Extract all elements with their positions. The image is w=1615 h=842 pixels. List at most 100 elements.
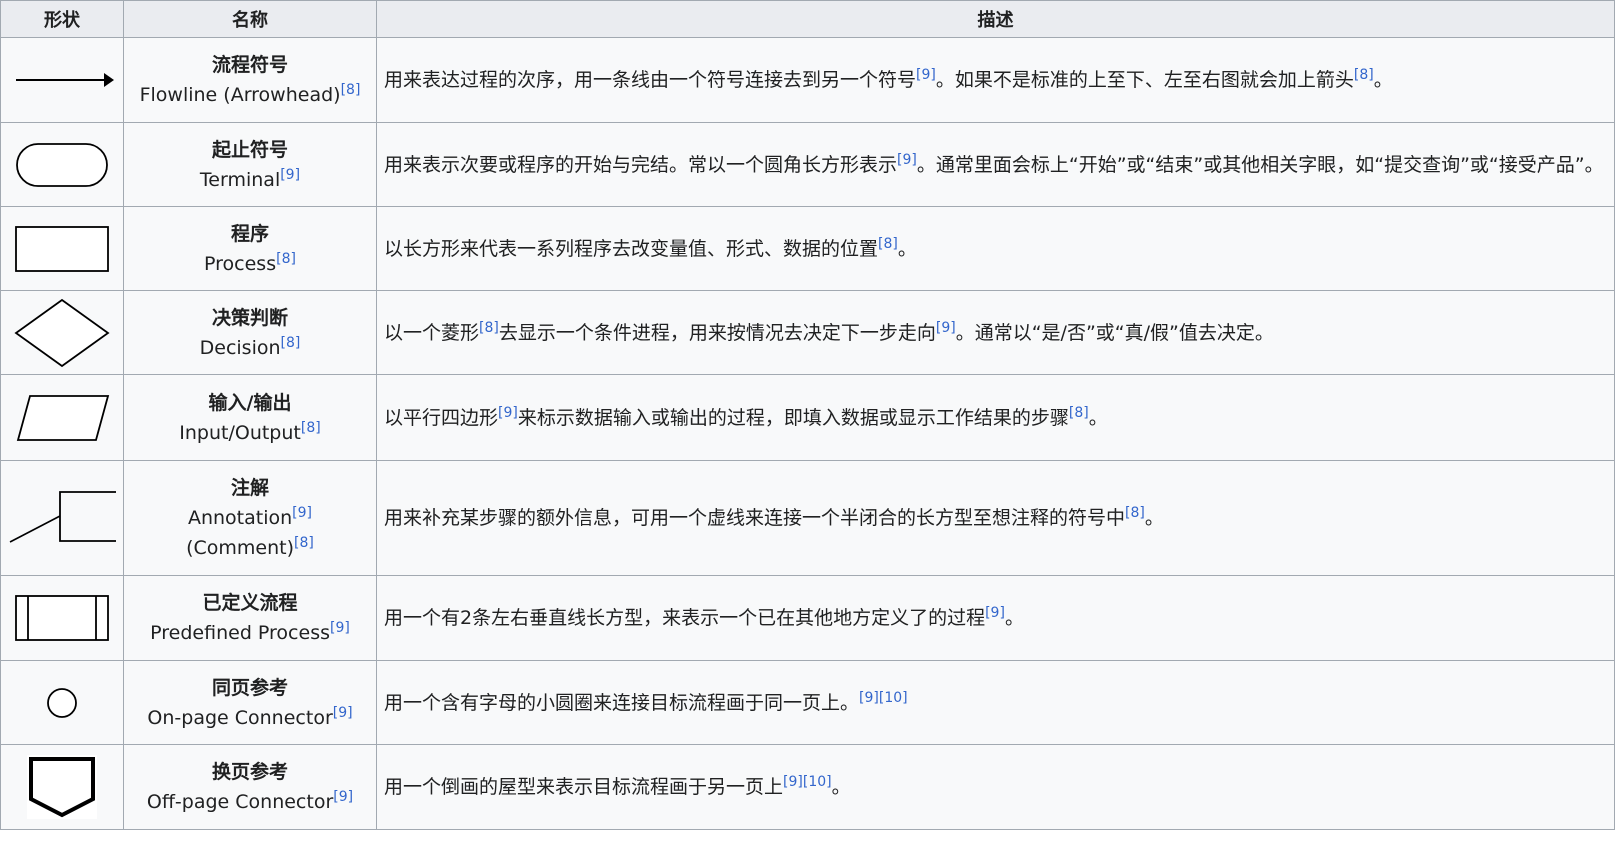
description-text: 。 — [831, 776, 851, 798]
reference-link[interactable]: [9] — [985, 605, 1005, 621]
reference-link[interactable]: [8] — [1354, 67, 1374, 83]
description-text: 。如果不是标准的上至下、左至右图就会加上箭头 — [935, 69, 1354, 91]
description-text: 用来表示次要或程序的开始与完结。常以一个圆角长方形表示 — [384, 153, 898, 176]
table-row-off-page-connector: 换页参考 Off-page Connector[9] 用一个倒画的屋型来表示目标… — [0, 744, 1615, 830]
reference-link[interactable]: [9] — [859, 690, 879, 706]
terminal-rounded-rect-icon[interactable] — [12, 141, 112, 189]
reference-link[interactable]: [10] — [879, 690, 908, 706]
header-name[interactable]: 名称 — [123, 0, 377, 38]
symbol-name-en: Decision[8] — [199, 334, 301, 359]
name-cell: 程序 Process[8] — [123, 206, 377, 291]
reference-link[interactable]: [9] — [783, 774, 803, 790]
name-cell: 已定义流程 Predefined Process[9] — [123, 575, 377, 661]
symbol-name-en: Process[8] — [204, 250, 296, 275]
description-text: 以长方形来代表一系列程序去改变量值、形式、数据的位置 — [384, 237, 879, 260]
shape-cell — [0, 290, 124, 375]
description-text: 。 — [1144, 507, 1164, 529]
shape-cell — [0, 206, 124, 291]
process-rectangle-icon[interactable] — [12, 224, 112, 274]
description-cell: 以长方形来代表一系列程序去改变量值、形式、数据的位置[8]。 — [376, 206, 1615, 291]
symbol-name-zh: 注解 — [230, 477, 269, 499]
name-cell: 起止符号 Terminal[9] — [123, 122, 377, 207]
reference-link[interactable]: [8] — [1069, 405, 1089, 421]
shape-cell — [0, 122, 124, 207]
table-row-flowline: 流程符号 Flowline (Arrowhead)[8] 用来表达过程的次序，用… — [0, 37, 1615, 123]
symbol-name-en: Input/Output[8] — [179, 419, 321, 444]
description-cell: 用一个倒画的屋型来表示目标流程画于另一页上[9][10]。 — [376, 744, 1615, 830]
reference-link[interactable]: [8] — [294, 535, 314, 551]
reference-link[interactable]: [8] — [276, 251, 296, 267]
reference-link[interactable]: [9] — [280, 167, 300, 183]
description-text: 用来补充某步骤的额外信息，可用一个虚线来连接一个半闭合的长方型至想注释的符号中 — [384, 507, 1126, 529]
description-text: 用来表达过程的次序，用一条线由一个符号连接去到另一个符号 — [384, 69, 917, 91]
description-cell: 以一个菱形[8]去显示一个条件进程，用来按情况去决定下一步走向[9]。通常以“是… — [376, 290, 1615, 375]
symbol-name-zh: 流程符号 — [211, 54, 288, 76]
reference-link[interactable]: [8] — [1125, 505, 1145, 521]
description-text: 用一个有2条左右垂直线长方型，来表示一个已在其他地方定义了的过程 — [384, 607, 986, 629]
input-output-parallelogram-icon[interactable] — [12, 393, 112, 443]
symbol-name-en: Predefined Process[9] — [150, 620, 350, 644]
description-text: 。 — [1004, 607, 1024, 629]
shape-cell — [0, 660, 124, 745]
header-shape[interactable]: 形状 — [0, 0, 124, 38]
reference-link[interactable]: [9] — [936, 320, 956, 336]
description-cell: 用一个含有字母的小圆圈来连接目标流程画于同一页上。[9][10] — [376, 660, 1615, 745]
name-cell: 决策判断 Decision[8] — [123, 290, 377, 375]
table-header-row: 形状 名称 描述 — [0, 0, 1615, 38]
symbol-name-en: Flowline (Arrowhead)[8] — [139, 82, 361, 106]
flowchart-symbols-table: 形状 名称 描述 流程符号 Flowline (Arrowhead)[8] 用来… — [0, 0, 1615, 830]
table-row-terminal: 起止符号 Terminal[9] 用来表示次要或程序的开始与完结。常以一个圆角长… — [0, 122, 1615, 207]
description-text: 。通常以“是/否”或“真/假”值去决定。 — [955, 321, 1274, 344]
reference-link[interactable]: [9] — [897, 152, 917, 168]
flowline-arrow-icon[interactable] — [8, 65, 118, 95]
predefined-process-icon[interactable] — [12, 593, 112, 643]
reference-link[interactable]: [9] — [292, 505, 312, 521]
reference-link[interactable]: [9] — [333, 789, 353, 805]
symbol-name-zh: 起止符号 — [211, 138, 288, 161]
off-page-connector-pentagon-icon[interactable] — [27, 755, 97, 819]
table-row-annotation: 注解 Annotation[9] (Comment)[8] 用来补充某步骤的额外… — [0, 460, 1615, 576]
table-row-predefined-process: 已定义流程 Predefined Process[9] 用一个有2条左右垂直线长… — [0, 575, 1615, 661]
name-cell: 同页参考 On-page Connector[9] — [123, 660, 377, 745]
symbol-name-zh: 已定义流程 — [202, 592, 298, 614]
symbol-name-zh: 输入/输出 — [208, 391, 292, 414]
symbol-name-zh: 换页参考 — [211, 761, 288, 783]
description-text: 去显示一个条件进程，用来按情况去决定下一步走向 — [498, 321, 936, 344]
symbol-name-en: Terminal[9] — [199, 166, 301, 191]
reference-link[interactable]: [9] — [916, 67, 936, 83]
decision-diamond-icon[interactable] — [12, 298, 112, 368]
reference-link[interactable]: [9] — [330, 620, 350, 636]
symbol-name-zh: 决策判断 — [211, 306, 288, 329]
table-row-input-output: 输入/输出 Input/Output[8] 以平行四边形[9]来标示数据输入或输… — [0, 374, 1615, 461]
description-text: 。 — [1373, 69, 1393, 91]
reference-link[interactable]: [8] — [878, 236, 898, 252]
table-row-on-page-connector: 同页参考 On-page Connector[9] 用一个含有字母的小圆圈来连接… — [0, 660, 1615, 745]
shape-cell — [0, 460, 124, 576]
table-row-process: 程序 Process[8] 以长方形来代表一系列程序去改变量值、形式、数据的位置… — [0, 206, 1615, 291]
reference-link[interactable]: [8] — [341, 82, 361, 98]
shape-cell — [0, 37, 124, 123]
description-cell: 用一个有2条左右垂直线长方型，来表示一个已在其他地方定义了的过程[9]。 — [376, 575, 1615, 661]
reference-link[interactable]: [10] — [803, 774, 832, 790]
reference-link[interactable]: [9] — [333, 705, 353, 721]
description-text: 。 — [897, 237, 917, 260]
description-text: 。通常里面会标上“开始”或“结束”或其他相关字眼，如“提交查询”或“接受产品”。 — [916, 153, 1604, 176]
name-cell: 流程符号 Flowline (Arrowhead)[8] — [123, 37, 377, 123]
symbol-name-zh: 程序 — [230, 222, 269, 245]
annotation-bracket-icon[interactable] — [8, 488, 118, 548]
description-text: 。 — [1088, 406, 1108, 429]
description-text: 用一个含有字母的小圆圈来连接目标流程画于同一页上。 — [384, 691, 860, 714]
symbol-name-zh: 同页参考 — [211, 676, 288, 699]
reference-link[interactable]: [8] — [479, 320, 499, 336]
reference-link[interactable]: [9] — [498, 405, 518, 421]
description-cell: 用来表示次要或程序的开始与完结。常以一个圆角长方形表示[9]。通常里面会标上“开… — [376, 122, 1615, 207]
description-cell: 用来表达过程的次序，用一条线由一个符号连接去到另一个符号[9]。如果不是标准的上… — [376, 37, 1615, 123]
reference-link[interactable]: [8] — [281, 335, 301, 351]
on-page-connector-circle-icon[interactable] — [42, 683, 82, 723]
shape-cell — [0, 374, 124, 461]
description-cell: 用来补充某步骤的额外信息，可用一个虚线来连接一个半闭合的长方型至想注释的符号中[… — [376, 460, 1615, 576]
name-cell: 注解 Annotation[9] (Comment)[8] — [123, 460, 377, 576]
shape-cell — [0, 744, 124, 830]
header-description[interactable]: 描述 — [376, 0, 1615, 38]
reference-link[interactable]: [8] — [301, 420, 321, 436]
